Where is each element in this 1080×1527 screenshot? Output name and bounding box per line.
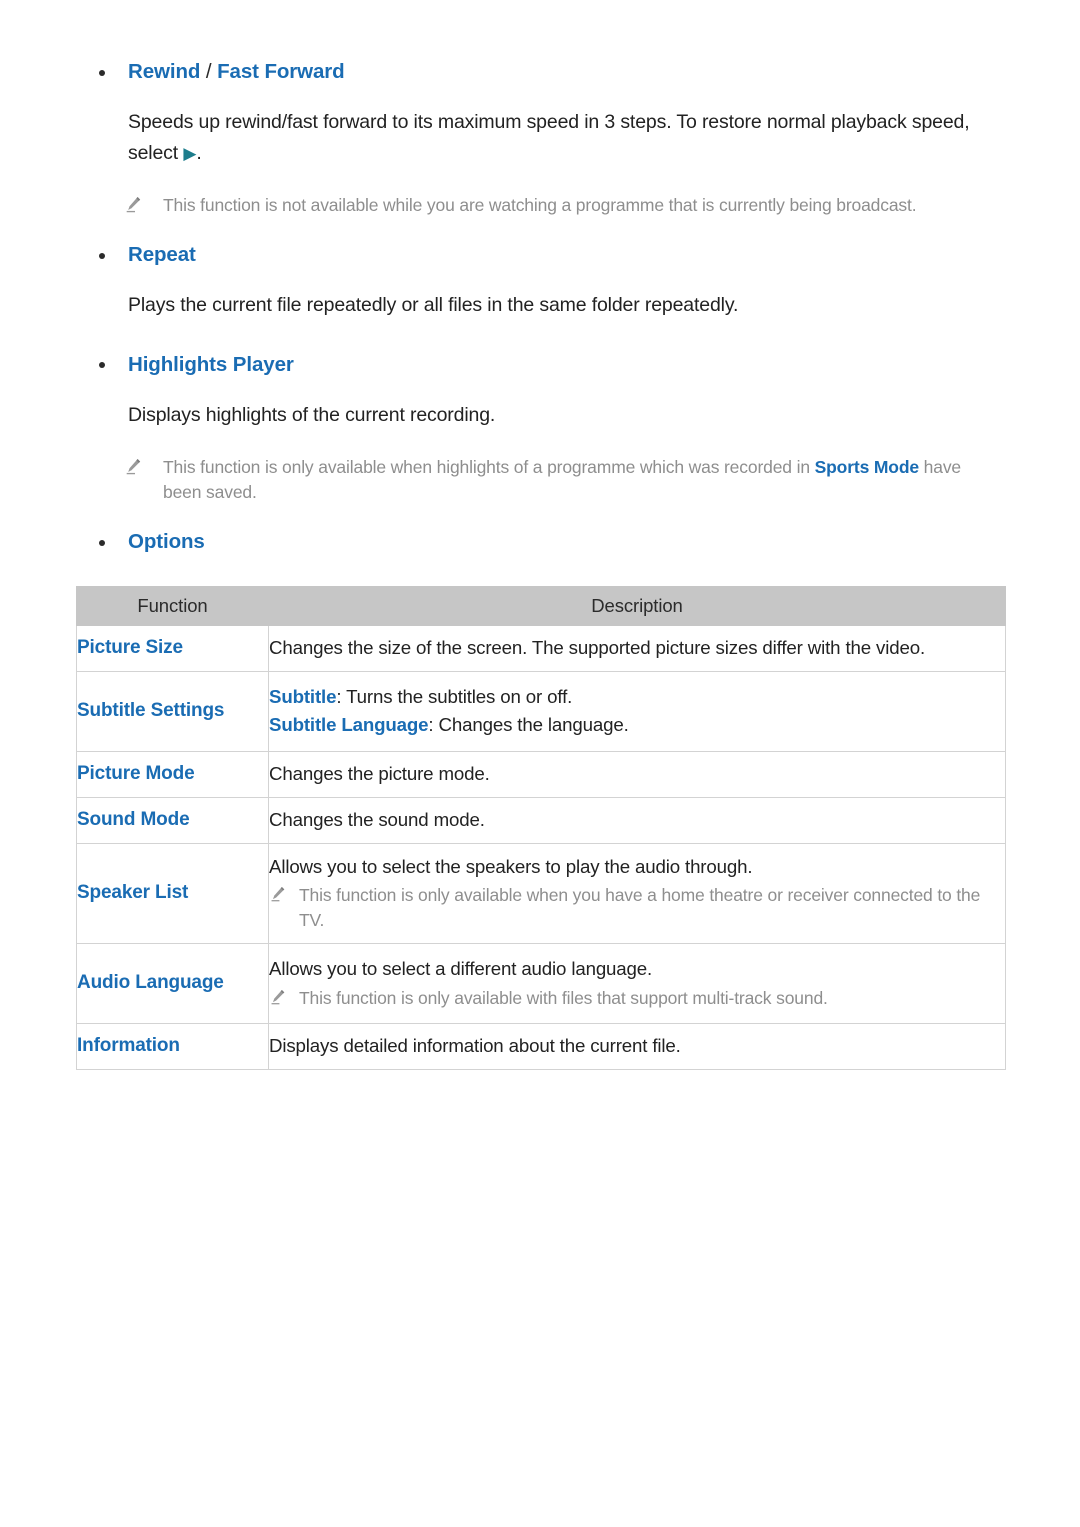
section-heading-repeat: Repeat [0,241,1080,268]
pencil-note-icon [269,885,287,903]
heading-part-rewind: Rewind [128,60,201,83]
cell-function-information: Information [76,1022,269,1070]
paragraph-rewind-fast-forward: Speeds up rewind/fast forward to its max… [0,107,1080,169]
heading-part-fast-forward: Fast Forward [217,60,345,83]
column-header-function: Function [76,585,269,626]
cell-function-sound-mode: Sound Mode [76,796,269,844]
heading-separator: / [200,60,218,83]
note-rewind-broadcast: This function is not available while you… [0,193,1080,218]
description-text: Changes the picture mode. [269,762,490,784]
cell-function-speaker-list: Speaker List [76,842,269,944]
column-header-description: Description [268,585,1006,626]
paragraph-period: . [196,141,202,164]
cell-description-picture-mode: Changes the picture mode. [268,750,1006,798]
cell-note-audio-language: This function is only available with fil… [269,986,1005,1011]
document-page: Rewind / Fast Forward Speeds up rewind/f… [0,0,1080,1527]
heading-text-rewind-fast-forward: Rewind / Fast Forward [128,60,345,83]
table-row: Speaker List Allows you to select the sp… [76,842,1006,944]
cell-function-picture-size: Picture Size [76,624,269,672]
cell-description-subtitle-settings: Subtitle: Turns the subtitles on or off.… [268,670,1006,752]
options-table-body: Picture Size Changes the size of the scr… [76,624,1006,1070]
note-highlights-sports-mode: This function is only available when hig… [0,455,1080,506]
description-text: : Changes the language. [428,714,629,735]
table-row: Sound Mode Changes the sound mode. [76,796,1006,844]
bullet-dot-icon [99,539,105,546]
description-text: Changes the size of the screen. The supp… [269,636,925,658]
paragraph-text: Speeds up rewind/fast forward to its max… [128,111,970,164]
cell-note-speaker-list: This function is only available when you… [269,883,1005,933]
description-text: Displays detailed information about the … [269,1034,681,1056]
heading-text-options: Options [128,530,205,554]
cell-description-picture-size: Changes the size of the screen. The supp… [268,624,1006,672]
options-table: Function Description Picture Size Change… [76,585,1006,1070]
cell-description-speaker-list: Allows you to select the speakers to pla… [268,842,1006,944]
table-header-row: Function Description [76,585,1006,626]
cell-description-audio-language: Allows you to select a different audio l… [268,942,1006,1024]
heading-text-highlights-player: Highlights Player [128,352,294,376]
description-term-subtitle: Subtitle [269,685,337,707]
options-table-wrapper: Function Description Picture Size Change… [76,585,1006,1070]
cell-function-subtitle-settings: Subtitle Settings [76,670,269,752]
cell-note-text: This function is only available when you… [299,885,981,931]
cell-description-information: Displays detailed information about the … [268,1022,1006,1070]
cell-note-text: This function is only available with fil… [299,987,828,1008]
description-line: Subtitle Language: Changes the language. [269,711,1005,739]
options-table-head: Function Description [76,585,1006,626]
play-triangle-icon: ▶ [183,143,197,163]
description-line: Allows you to select a different audio l… [269,958,653,980]
cell-description-sound-mode: Changes the sound mode. [268,796,1006,844]
note-link-sports-mode[interactable]: Sports Mode [815,457,919,477]
table-row: Audio Language Allows you to select a di… [76,942,1006,1024]
bullet-dot-icon [99,252,105,259]
bullet-dot-icon [99,362,105,369]
pencil-note-icon [269,988,287,1006]
note-text-pre: This function is only available when hig… [163,456,815,477]
description-line: Subtitle: Turns the subtitles on or off. [269,683,1005,711]
paragraph-repeat: Plays the current file repeatedly or all… [128,294,739,317]
description-term-subtitle-language: Subtitle Language [269,714,429,735]
heading-text-repeat: Repeat [128,243,196,267]
section-heading-highlights-player: Highlights Player [0,351,1080,378]
note-text: This function is not available while you… [163,194,917,215]
pencil-note-icon [124,195,143,214]
description-text: : Turns the subtitles on or off. [336,685,573,707]
section-heading-rewind-fast-forward: Rewind / Fast Forward [0,58,1080,85]
paragraph-highlights-player: Displays highlights of the current recor… [128,403,496,426]
description-text: Changes the sound mode. [269,808,485,830]
table-row: Information Displays detailed informatio… [76,1022,1006,1070]
table-row: Subtitle Settings Subtitle: Turns the su… [76,670,1006,752]
table-row: Picture Mode Changes the picture mode. [76,750,1006,798]
top-spacer [0,0,1080,58]
section-heading-options: Options [0,528,1080,555]
cell-function-picture-mode: Picture Mode [76,750,269,798]
bullet-dot-icon [99,69,105,76]
table-row: Picture Size Changes the size of the scr… [76,624,1006,672]
cell-function-audio-language: Audio Language [76,942,269,1024]
description-line: Allows you to select the speakers to pla… [269,855,753,877]
pencil-note-icon [124,457,143,476]
